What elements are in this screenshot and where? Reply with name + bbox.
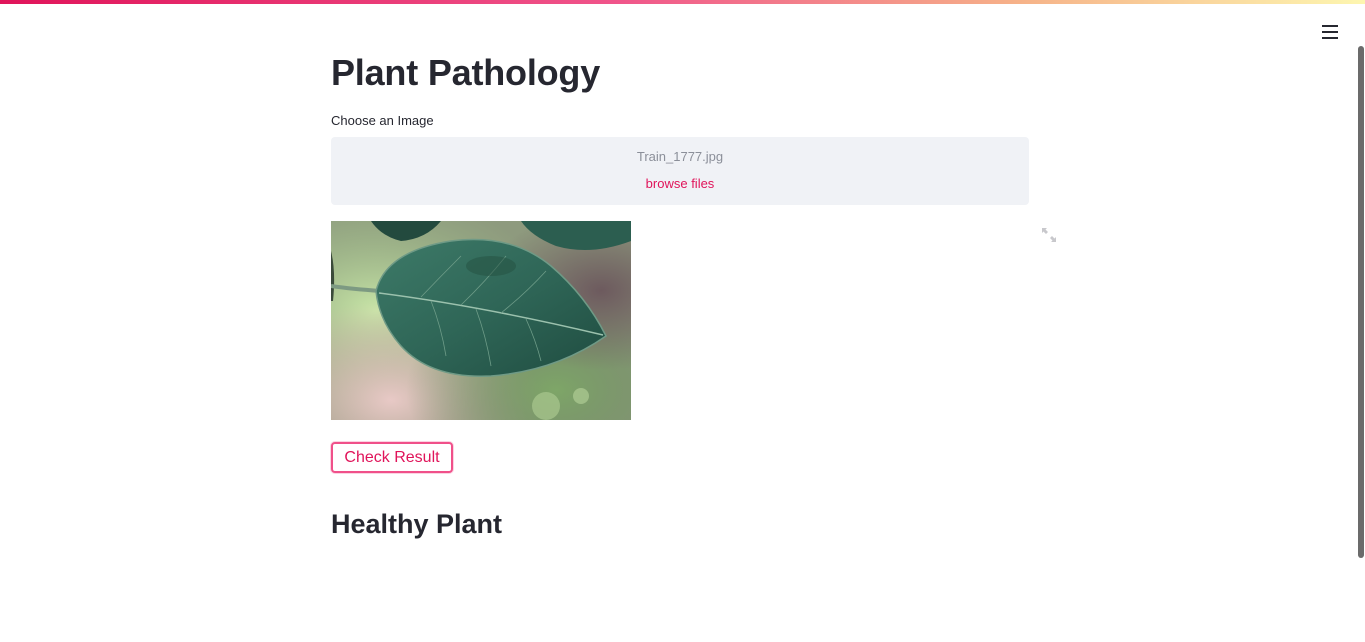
scrollbar-thumb[interactable] bbox=[1358, 46, 1364, 558]
result-heading: Healthy Plant bbox=[331, 509, 503, 539]
expand-arrows-icon[interactable] bbox=[1040, 226, 1058, 244]
file-uploader-label: Choose an Image bbox=[331, 113, 434, 128]
uploaded-leaf-image bbox=[331, 221, 631, 420]
hamburger-menu-icon[interactable] bbox=[1318, 20, 1342, 44]
top-decoration-bar bbox=[0, 0, 1365, 4]
check-result-button[interactable]: Check Result bbox=[331, 442, 453, 473]
file-dropzone[interactable]: Train_1777.jpg browse files bbox=[331, 137, 1029, 205]
uploaded-file-name: Train_1777.jpg bbox=[636, 149, 724, 164]
page-title: Plant Pathology bbox=[331, 52, 601, 93]
browse-files-link[interactable]: browse files bbox=[645, 175, 715, 193]
